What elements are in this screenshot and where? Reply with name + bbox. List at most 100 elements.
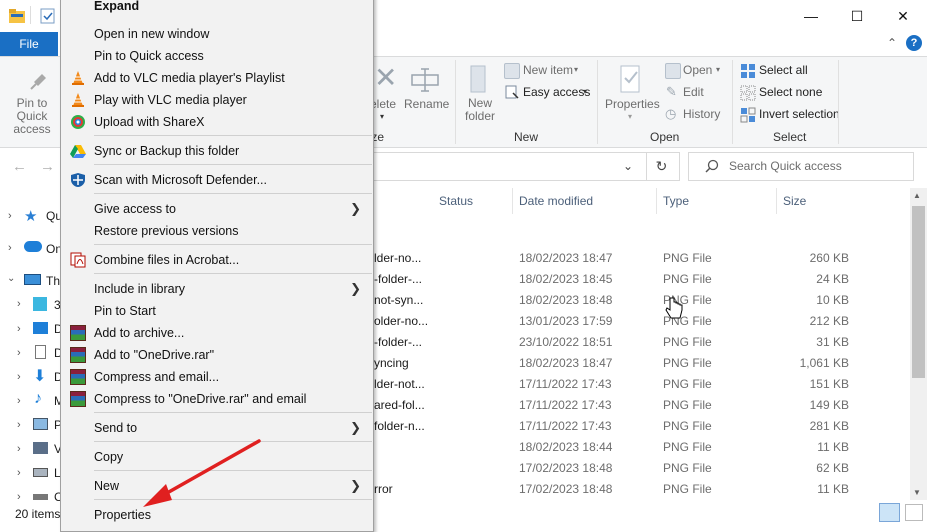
table-row[interactable]: lder-no... 18/02/2023 18:47 PNG File 260 KB <box>374 248 906 269</box>
menu-item-copy[interactable]: Copy <box>61 446 373 468</box>
table-row[interactable]: older-no... 13/01/2023 17:59 PNG File 212 K… <box>374 311 906 332</box>
expand-documents-icon[interactable]: › <box>17 347 21 359</box>
file-name-cell: lder-not... <box>374 377 425 391</box>
sidebar-item-this-pc[interactable]: Th <box>46 274 60 288</box>
rename-button[interactable]: Rename <box>404 97 449 111</box>
menu-item-expand[interactable]: Expand <box>61 0 373 17</box>
scrollbar-thumb[interactable] <box>912 206 925 378</box>
date-modified-cell: 18/02/2023 18:45 <box>519 272 613 286</box>
menu-label-acrobat-combine: Combine files in Acrobat... <box>94 253 240 267</box>
date-modified-cell: 17/02/2023 18:48 <box>519 461 613 475</box>
date-modified-cell: 18/02/2023 18:47 <box>519 251 613 265</box>
menu-item-properties[interactable]: Properties <box>61 504 373 526</box>
table-row[interactable]: 18/02/2023 18:44 PNG File 11 KB <box>374 437 906 458</box>
table-row[interactable]: 17/02/2023 18:48 PNG File 62 KB <box>374 458 906 479</box>
details-view-icon[interactable] <box>879 503 900 522</box>
help-icon[interactable]: ? <box>906 35 922 51</box>
properties-button[interactable]: Properties <box>605 97 660 111</box>
new-item-dropdown-icon[interactable]: ▾ <box>574 65 578 74</box>
file-size-cell: 1,061 KB <box>799 356 849 370</box>
menu-item-send-to[interactable]: Send to ❯ <box>61 417 373 439</box>
properties-dropdown-icon[interactable]: ▾ <box>628 112 632 121</box>
collapse-ribbon-icon[interactable]: ⌃ <box>887 36 897 50</box>
menu-item-vlc-play[interactable]: Play with VLC media player <box>61 89 373 111</box>
menu-label-new: New <box>94 479 120 493</box>
select-all-button[interactable]: Select all <box>759 63 808 77</box>
forward-button[interactable]: → <box>40 158 55 175</box>
menu-item-pin-quick-access[interactable]: Pin to Quick access <box>61 45 373 67</box>
column-header-size[interactable]: Size <box>777 188 873 214</box>
expand-quick-access-icon[interactable]: › <box>8 210 12 222</box>
delete-dropdown-icon[interactable]: ▾ <box>380 112 384 121</box>
expand-onedrive-icon[interactable]: › <box>8 242 12 254</box>
select-none-button[interactable]: Select none <box>759 85 822 99</box>
file-type-cell: PNG File <box>663 398 712 412</box>
menu-item-add-archive[interactable]: Add to archive... <box>61 322 373 344</box>
expand-videos-icon[interactable]: › <box>17 443 21 455</box>
column-header-date-modified[interactable]: Date modified <box>513 188 657 214</box>
address-bar[interactable] <box>370 152 680 181</box>
menu-item-include-library[interactable]: Include in library ❯ <box>61 278 373 300</box>
menu-item-compress-email[interactable]: Compress and email... <box>61 366 373 388</box>
delete-button[interactable]: Delete <box>374 97 396 111</box>
menu-item-acrobat-combine[interactable]: Combine files in Acrobat... <box>61 249 373 271</box>
table-row[interactable]: folder-n... 17/11/2022 17:43 PNG File 281 K… <box>374 416 906 437</box>
new-item-button[interactable]: New item <box>523 63 573 77</box>
menu-item-give-access[interactable]: Give access to ❯ <box>61 198 373 220</box>
history-button[interactable]: History <box>683 107 720 121</box>
file-size-cell: 24 KB <box>816 272 849 286</box>
collapse-this-pc-icon[interactable]: ⌄ <box>7 273 15 284</box>
table-row[interactable]: not-syn... 18/02/2023 18:48 PNG File 10 KB <box>374 290 906 311</box>
menu-item-compress-rar-email[interactable]: Compress to "OneDrive.rar" and email <box>61 388 373 410</box>
menu-item-sharex[interactable]: Upload with ShareX <box>61 111 373 133</box>
edit-button[interactable]: Edit <box>683 85 704 99</box>
expand-pictures-icon[interactable]: › <box>17 419 21 431</box>
context-menu: Expand Open in new window Pin to Quick a… <box>60 0 374 532</box>
menu-item-add-rar[interactable]: Add to "OneDrive.rar" <box>61 344 373 366</box>
expand-3d-objects-icon[interactable]: › <box>17 298 21 310</box>
expand-local-disk-icon[interactable]: › <box>17 467 21 479</box>
easy-access-button[interactable]: Easy access <box>523 85 590 99</box>
menu-item-google-drive-sync[interactable]: Sync or Backup this folder <box>61 140 373 162</box>
tab-file[interactable]: File <box>0 32 58 56</box>
menu-item-defender-scan[interactable]: Scan with Microsoft Defender... <box>61 169 373 191</box>
menu-separator <box>94 470 372 471</box>
table-row[interactable]: ared-fol... 17/11/2022 17:43 PNG File 149 K… <box>374 395 906 416</box>
properties-check-icon[interactable] <box>40 8 56 24</box>
menu-item-new[interactable]: New ❯ <box>61 475 373 497</box>
refresh-button[interactable]: ↻ <box>646 152 676 181</box>
new-folder-button[interactable]: New folder <box>462 97 498 123</box>
file-name-cell: not-syn... <box>374 293 424 307</box>
menu-item-pin-start[interactable]: Pin to Start <box>61 300 373 322</box>
open-dropdown-icon[interactable]: ▾ <box>716 65 720 74</box>
large-icons-view-icon[interactable] <box>905 504 923 521</box>
menu-item-restore-previous[interactable]: Restore previous versions <box>61 220 373 242</box>
address-dropdown-icon[interactable]: ⌄ <box>623 159 633 173</box>
maximize-button[interactable]: ☐ <box>834 0 880 32</box>
invert-selection-button[interactable]: Invert selection <box>759 107 840 121</box>
menu-label-vlc-play: Play with VLC media player <box>94 93 247 107</box>
close-button[interactable]: ✕ <box>880 0 926 32</box>
table-row[interactable]: yncing 18/02/2023 18:47 PNG File 1,061 KB <box>374 353 906 374</box>
open-button[interactable]: Open <box>683 63 712 77</box>
table-row[interactable]: -folder-... 18/02/2023 18:45 PNG File 24 KB <box>374 269 906 290</box>
menu-item-vlc-playlist[interactable]: Add to VLC media player's Playlist <box>61 67 373 89</box>
scroll-up-icon[interactable]: ▲ <box>913 191 921 200</box>
scroll-down-icon[interactable]: ▼ <box>913 488 921 497</box>
expand-downloads-icon[interactable]: › <box>17 371 21 383</box>
menu-label-send-to: Send to <box>94 421 138 435</box>
expand-desktop-icon[interactable]: › <box>17 323 21 335</box>
table-row[interactable]: lder-not... 17/11/2022 17:43 PNG File 151 K… <box>374 374 906 395</box>
easy-access-dropdown-icon[interactable]: ▾ <box>583 87 587 96</box>
column-header-status[interactable]: Status <box>433 188 513 214</box>
minimize-button[interactable]: — <box>788 0 834 32</box>
table-row[interactable]: -folder-... 23/10/2022 18:51 PNG File 31 KB <box>374 332 906 353</box>
column-header-type[interactable]: Type <box>657 188 777 214</box>
menu-item-open-new-window[interactable]: Open in new window <box>61 23 373 45</box>
table-row[interactable]: rror 17/02/2023 18:48 PNG File 11 KB <box>374 479 906 500</box>
desktop-icon <box>33 322 48 334</box>
expand-music-icon[interactable]: › <box>17 395 21 407</box>
pin-quick-access-button[interactable]: Pin to Quick access <box>4 97 60 136</box>
back-button[interactable]: ← <box>12 158 27 175</box>
search-input[interactable]: Search Quick access <box>729 159 842 173</box>
